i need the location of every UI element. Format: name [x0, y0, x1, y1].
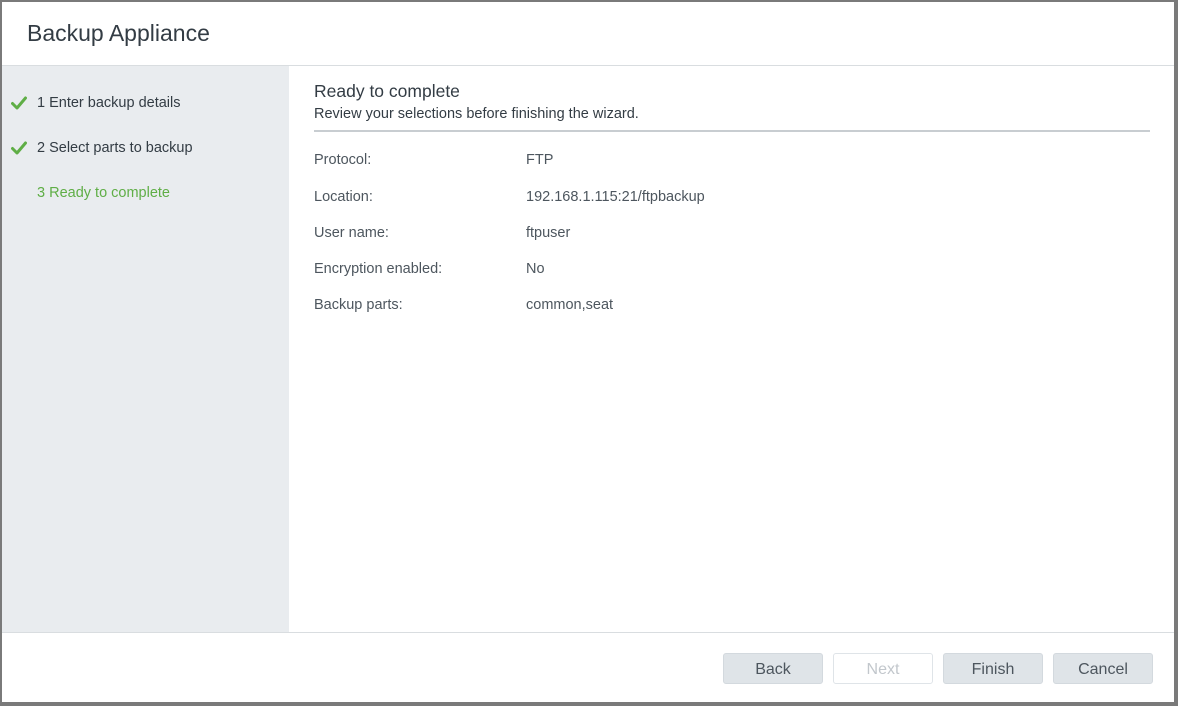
check-icon: [11, 96, 27, 110]
summary-row-protocol: Protocol: FTP: [314, 152, 1150, 172]
summary-row-backup-parts: Backup parts: common,seat: [314, 297, 1150, 317]
summary-row-encryption: Encryption enabled: No: [314, 261, 1150, 281]
step-label: 2 Select parts to backup: [37, 140, 193, 156]
dialog-footer: Back Next Finish Cancel: [2, 632, 1174, 702]
step-enter-backup-details[interactable]: 1 Enter backup details: [2, 92, 289, 116]
summary-value: common,seat: [526, 297, 614, 313]
page-title: Ready to complete: [314, 81, 460, 101]
divider: [314, 130, 1150, 132]
backup-appliance-dialog: Backup Appliance 1 Enter backup details …: [2, 2, 1174, 702]
next-button[interactable]: Next: [833, 653, 933, 684]
step-select-parts[interactable]: 2 Select parts to backup: [2, 137, 289, 161]
summary-value: ftpuser: [526, 225, 571, 241]
back-button[interactable]: Back: [723, 653, 823, 684]
summary-value: 192.168.1.115:21/ftpbackup: [526, 189, 705, 205]
summary-key: Protocol:: [314, 152, 372, 168]
summary-key: Backup parts:: [314, 297, 403, 313]
dialog-header: Backup Appliance: [2, 2, 1174, 66]
summary-row-user-name: User name: ftpuser: [314, 225, 1150, 245]
page-subtitle: Review your selections before finishing …: [314, 106, 639, 122]
finish-button[interactable]: Finish: [943, 653, 1043, 684]
wizard-content: Ready to complete Review your selections…: [289, 66, 1174, 632]
dialog-title: Backup Appliance: [27, 20, 210, 46]
check-icon: [11, 141, 27, 155]
step-label: 3 Ready to complete: [37, 185, 170, 201]
summary-key: Encryption enabled:: [314, 261, 443, 277]
cancel-button[interactable]: Cancel: [1053, 653, 1153, 684]
summary-key: User name:: [314, 225, 389, 241]
summary-value: FTP: [526, 152, 554, 168]
summary-row-location: Location: 192.168.1.115:21/ftpbackup: [314, 189, 1150, 209]
step-label: 1 Enter backup details: [37, 95, 181, 111]
summary-key: Location:: [314, 189, 373, 205]
summary-value: No: [526, 261, 545, 277]
step-ready-to-complete[interactable]: 3 Ready to complete: [2, 182, 289, 206]
wizard-steps-sidebar: 1 Enter backup details 2 Select parts to…: [2, 66, 289, 632]
